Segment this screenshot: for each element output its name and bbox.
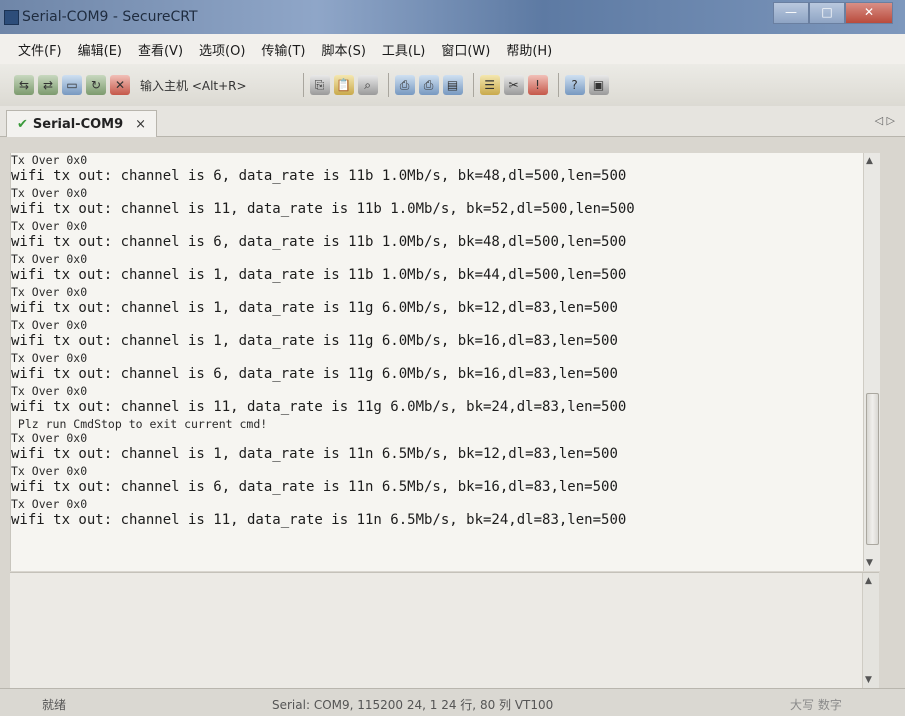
connect-icon[interactable]: ⇆	[14, 75, 34, 95]
menu-bar: 文件(F) 编辑(E) 查看(V) 选项(O) 传输(T) 脚本(S) 工具(L…	[0, 34, 905, 64]
terminal-line: wifi tx out: channel is 1, data_rate is …	[11, 300, 618, 316]
session-options-icon[interactable]: ☰	[479, 75, 500, 95]
tab-serial-com9[interactable]: ✔ Serial-COM9 ×	[6, 110, 158, 137]
menu-help[interactable]: 帮助(H)	[506, 40, 552, 59]
window-controls: — □ ✕	[773, 2, 893, 24]
quick-connect-icon[interactable]: ⇄	[38, 75, 58, 95]
maximize-button[interactable]: □	[809, 2, 845, 24]
keymap-icon[interactable]: ✂	[503, 75, 524, 95]
minimize-button[interactable]: —	[773, 2, 809, 24]
status-bar: 就绪 Serial: COM9, 115200 24, 1 24 行, 80 列…	[0, 688, 905, 716]
terminal-line: wifi tx out: channel is 6, data_rate is …	[11, 366, 618, 382]
command-window-scrollbar[interactable]: ▲ ▼	[862, 573, 879, 688]
menu-tools[interactable]: 工具(L)	[382, 40, 425, 59]
tab-scroll-arrows-icon[interactable]: ◁ ▷	[875, 114, 895, 127]
terminal-line: wifi tx out: channel is 6, data_rate is …	[11, 234, 627, 250]
terminal-line: wifi tx out: channel is 1, data_rate is …	[11, 446, 618, 462]
terminal-scrollbar[interactable]: ▲ ▼	[863, 153, 880, 571]
terminal-line: wifi tx out: channel is 6, data_rate is …	[11, 479, 618, 495]
terminal-output[interactable]: Tx Over 0x0 wifi tx out: channel is 6, da…	[10, 153, 864, 571]
scroll-down-icon[interactable]: ▼	[866, 558, 873, 568]
terminal-line: wifi tx out: channel is 11, data_rate is…	[11, 201, 635, 217]
terminal-line: Tx Over 0x0	[11, 351, 88, 365]
tips-icon[interactable]: !	[527, 75, 548, 95]
toolbar-separator	[557, 73, 559, 97]
terminal-line: Tx Over 0x0	[11, 153, 88, 167]
connected-check-icon: ✔	[17, 116, 28, 132]
connect-tab-icon[interactable]: ▭	[62, 75, 82, 95]
quick-connect-field[interactable]: 输入主机 <Alt+R>	[140, 77, 247, 94]
copy-icon[interactable]: ⎘	[309, 75, 330, 95]
terminal-line: wifi tx out: channel is 11, data_rate is…	[11, 399, 627, 415]
status-session-info: Serial: COM9, 115200 24, 1 24 行, 80 列 VT…	[272, 698, 554, 712]
scroll-up-icon[interactable]: ▲	[865, 576, 872, 586]
print-icon[interactable]: ⎙	[394, 75, 415, 95]
print-setup-icon[interactable]: ⎙	[418, 75, 439, 95]
scroll-up-icon[interactable]: ▲	[866, 156, 873, 166]
command-window[interactable]: ▲ ▼	[10, 572, 879, 688]
terminal-line: Tx Over 0x0	[11, 384, 88, 398]
scrollbar-thumb[interactable]	[866, 393, 879, 545]
toolbar-separator	[472, 73, 474, 97]
find-icon[interactable]: ⌕	[357, 75, 378, 95]
toolbar-separator	[302, 73, 304, 97]
tab-label: Serial-COM9	[32, 116, 124, 132]
tab-close-icon[interactable]: ×	[135, 117, 146, 132]
toolbar: ⇆ ⇄ ▭ ↻ ✕ 输入主机 <Alt+R> ⎘ 📋 ⌕ ⎙ ⎙ ▤ ☰ ✂ !…	[0, 64, 905, 106]
menu-file[interactable]: 文件(F)	[18, 40, 62, 59]
log-icon[interactable]: ▤	[442, 75, 463, 95]
terminal-line: wifi tx out: channel is 1, data_rate is …	[11, 333, 618, 349]
disconnect-icon[interactable]: ✕	[110, 75, 130, 95]
window-title: Serial-COM9 - SecureCRT	[22, 9, 198, 25]
menu-window[interactable]: 窗口(W)	[441, 40, 490, 59]
menu-script[interactable]: 脚本(S)	[322, 40, 366, 59]
terminal-line: wifi tx out: channel is 1, data_rate is …	[11, 267, 627, 283]
title-bar: Serial-COM9 - SecureCRT — □ ✕	[0, 0, 905, 34]
terminal-line: Tx Over 0x0	[11, 497, 88, 511]
menu-options[interactable]: 选项(O)	[199, 40, 245, 59]
close-button[interactable]: ✕	[845, 2, 893, 24]
help-icon[interactable]: ?	[564, 75, 585, 95]
terminal-icon[interactable]: ▣	[588, 75, 609, 95]
menu-transfer[interactable]: 传输(T)	[261, 40, 305, 59]
status-indicators: 大写 数字	[790, 698, 842, 712]
terminal-line: wifi tx out: channel is 11, data_rate is…	[11, 512, 627, 528]
status-ready: 就绪	[42, 698, 67, 712]
terminal-line: wifi tx out: channel is 6, data_rate is …	[11, 168, 627, 184]
menu-edit[interactable]: 编辑(E)	[78, 40, 122, 59]
securecrt-app-icon	[4, 10, 19, 25]
paste-icon[interactable]: 📋	[333, 75, 354, 95]
terminal-line: Tx Over 0x0	[11, 431, 88, 445]
reconnect-icon[interactable]: ↻	[86, 75, 106, 95]
terminal-line: Plz run CmdStop to exit current cmd!	[11, 417, 268, 431]
scroll-down-icon[interactable]: ▼	[865, 675, 872, 685]
terminal-line: Tx Over 0x0	[11, 318, 88, 332]
tab-bar: ✔ Serial-COM9 × ◁ ▷	[0, 106, 905, 137]
terminal-line: Tx Over 0x0	[11, 464, 88, 478]
menu-view[interactable]: 查看(V)	[138, 40, 183, 59]
terminal-line: Tx Over 0x0	[11, 252, 88, 266]
toolbar-separator	[387, 73, 389, 97]
terminal-line: Tx Over 0x0	[11, 186, 88, 200]
terminal-line: Tx Over 0x0	[11, 285, 88, 299]
terminal-line: Tx Over 0x0	[11, 219, 88, 233]
